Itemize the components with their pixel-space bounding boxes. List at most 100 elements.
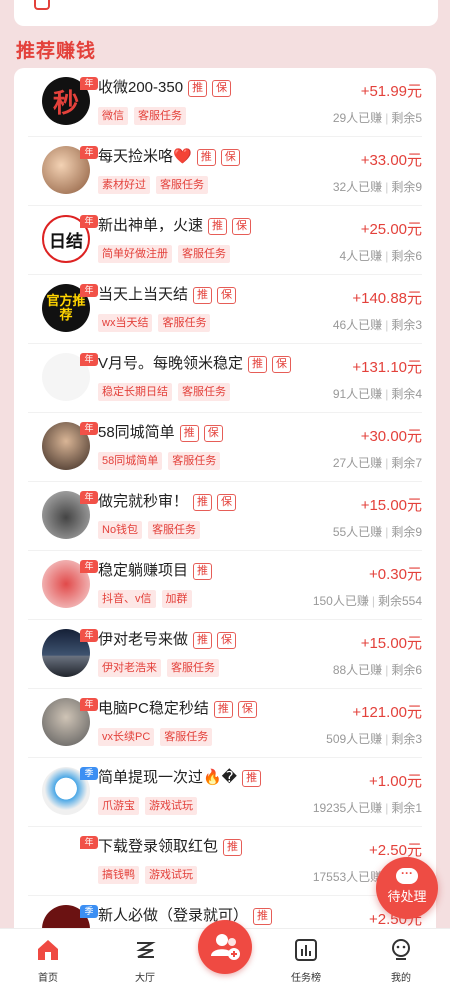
task-title-line: 电脑PC稳定秒结推保	[98, 699, 257, 719]
task-tag: 客服任务	[134, 107, 186, 125]
earned-count: 4人已赚	[339, 249, 383, 263]
task-tags: 素材好过 客服任务	[98, 176, 208, 194]
task-tag: 抖音、v信	[98, 590, 156, 608]
task-stats: 29人已赚 | 剩余5	[333, 109, 422, 126]
term-badge: 年	[80, 629, 98, 642]
task-tag: No钱包	[98, 521, 143, 539]
task-tags: 伊对老浩来 客服任务	[98, 659, 219, 677]
task-tag: 素材好过	[98, 176, 150, 194]
earned-count: 91人已赚	[332, 387, 383, 401]
task-tag: 客服任务	[168, 452, 221, 470]
top-notice-card[interactable]	[14, 0, 438, 26]
remaining-count: 剩余9	[391, 180, 422, 194]
task-chip: 推	[253, 907, 273, 925]
nav-ranking-label: 任务榜	[291, 973, 321, 984]
profile-icon	[392, 939, 410, 960]
task-tag: 客服任务	[178, 245, 230, 263]
task-tag: 客服任务	[160, 728, 213, 746]
task-row[interactable]: 年 58同城简单推保 58同城简单 客服任务 +30.00元 27人已赚 | 剩余7	[28, 413, 422, 482]
task-tag: 爪游宝	[98, 797, 139, 815]
task-title: V月号。每晚领米稳定	[98, 355, 244, 372]
earned-count: 32人已赚	[332, 180, 383, 194]
task-title: 电脑PC稳定秒结	[98, 700, 209, 717]
chart-icon	[295, 939, 317, 961]
task-stats: 509人已赚 | 剩余3	[326, 730, 422, 747]
task-row[interactable]: 季简单提现一次过🔥� 推爪游宝 游戏试玩 +1.00元 19235人已赚 | 剩余1	[28, 758, 422, 827]
task-row[interactable]: 年电脑PC稳定秒结推保 vx长续PC 客服任务 +121.00元 509人已赚 | 剩余3	[28, 689, 422, 758]
task-title-line: 当天上当天结推保	[98, 285, 237, 305]
task-tags: 微信 客服任务	[98, 107, 186, 125]
nav-mine[interactable]: 我的	[366, 937, 436, 984]
earned-count: 46人已赚	[332, 318, 383, 332]
task-tags: wx当天结 客服任务	[98, 314, 211, 332]
task-tags: 稳定长期日结 客服任务	[98, 383, 230, 401]
task-title: 每天捡米咯❤️	[98, 148, 192, 165]
term-badge: 年	[80, 77, 98, 90]
task-row[interactable]: 年稳定躺赚项目推抖音、v信 加群 +0.30元 150人已赚 | 剩余554	[28, 551, 422, 620]
task-tags: vx长续PC 客服任务	[98, 728, 213, 746]
term-badge: 季	[80, 905, 98, 918]
task-title: 简单提现一次过🔥�	[98, 769, 238, 786]
task-tag: 微信	[98, 107, 128, 125]
task-reward: +140.88元	[352, 290, 422, 307]
task-chip: 保	[217, 286, 237, 304]
nav-center-button[interactable]	[198, 920, 252, 974]
task-row[interactable]: 年每天捡米咯❤️ 推保素材好过 客服任务 +33.00元 32人已赚 | 剩余9	[28, 137, 422, 206]
earned-count: 88人已赚	[332, 663, 383, 677]
remaining-count: 剩余5	[391, 111, 422, 125]
task-stats: 4人已赚 | 剩余6	[340, 247, 423, 264]
nav-ranking[interactable]: 任务榜	[271, 937, 341, 984]
earned-count: 29人已赚	[332, 111, 383, 125]
task-stats: 55人已赚 | 剩余9	[333, 523, 422, 540]
pending-float-button[interactable]: 待处理	[376, 857, 438, 919]
task-row[interactable]: 年 V月号。每晚领米稳定推保稳定长期日结 客服任务 +131.10元 91人已赚 | 剩余4	[28, 344, 422, 413]
task-title-line: 做完就秒审！推保	[98, 492, 237, 512]
nav-hall[interactable]: 大厅	[110, 937, 180, 984]
term-badge: 季	[80, 767, 98, 780]
task-tags: 简单好做注册 客服任务	[98, 245, 230, 263]
stats-divider: |	[385, 801, 389, 815]
nav-home[interactable]: 首页	[13, 937, 83, 984]
term-badge: 年	[80, 560, 98, 573]
task-chip: 推	[193, 562, 213, 580]
task-reward: +51.99元	[360, 83, 422, 100]
task-title-line: 伊对老号来做推保	[98, 630, 237, 650]
task-tag: 加群	[161, 590, 192, 608]
task-tag: 客服任务	[167, 659, 219, 677]
task-title: 新出神单，火速	[98, 217, 204, 234]
task-chip: 保	[212, 79, 232, 97]
bell-icon	[34, 0, 50, 10]
task-title-line: 下载登录领取红包推	[98, 837, 243, 857]
term-badge: 年	[80, 146, 98, 159]
task-chip: 推	[242, 769, 262, 787]
task-stats: 91人已赚 | 剩余4	[333, 385, 422, 402]
task-tag: 游戏试玩	[145, 866, 197, 884]
nav-hall-label: 大厅	[135, 973, 155, 984]
task-tag: 搞钱鸭	[98, 866, 139, 884]
task-row[interactable]: 日结年新出神单，火速推保简单好做注册 客服任务 +25.00元 4人已赚 | 剩余6	[28, 206, 422, 275]
task-chip: 保	[217, 631, 237, 649]
task-title: 收微200-350	[98, 79, 184, 96]
task-row[interactable]: 官方推荐年当天上当天结推保 wx当天结 客服任务 +140.88元 46人已赚 | 剩余3	[28, 275, 422, 344]
task-row[interactable]: 秒年收微200-350 推保微信 客服任务 +51.99元 29人已赚 | 剩余5	[28, 68, 422, 137]
task-stats: 46人已赚 | 剩余3	[333, 316, 422, 333]
task-tag: 客服任务	[178, 383, 230, 401]
remaining-count: 剩余9	[391, 525, 422, 539]
task-tags: 搞钱鸭 游戏试玩	[98, 866, 197, 884]
task-reward: +121.00元	[352, 704, 422, 721]
task-tags: 抖音、v信 加群	[98, 590, 192, 608]
task-tags: No钱包 客服任务	[98, 521, 201, 539]
task-chip: 保	[217, 493, 237, 511]
task-chip: 保	[232, 217, 252, 235]
term-badge: 年	[80, 491, 98, 504]
remaining-count: 剩余4	[391, 387, 422, 401]
task-tags: 58同城简单 客服任务	[98, 452, 221, 470]
task-title: 当天上当天结	[98, 286, 189, 303]
earned-count: 150人已赚	[312, 594, 369, 608]
task-row[interactable]: 年下载登录领取红包推搞钱鸭游戏试玩+2.50元17553人已赚|剩余1	[28, 827, 422, 896]
task-chip: 推	[213, 700, 233, 718]
task-chip: 保	[272, 355, 292, 373]
task-row[interactable]: 年做完就秒审！推保 No钱包 客服任务 +15.00元 55人已赚 | 剩余9	[28, 482, 422, 551]
task-row[interactable]: 年伊对老号来做推保伊对老浩来 客服任务 +15.00元 88人已赚 | 剩余6	[28, 620, 422, 689]
remaining-count: 剩余6	[391, 663, 422, 677]
